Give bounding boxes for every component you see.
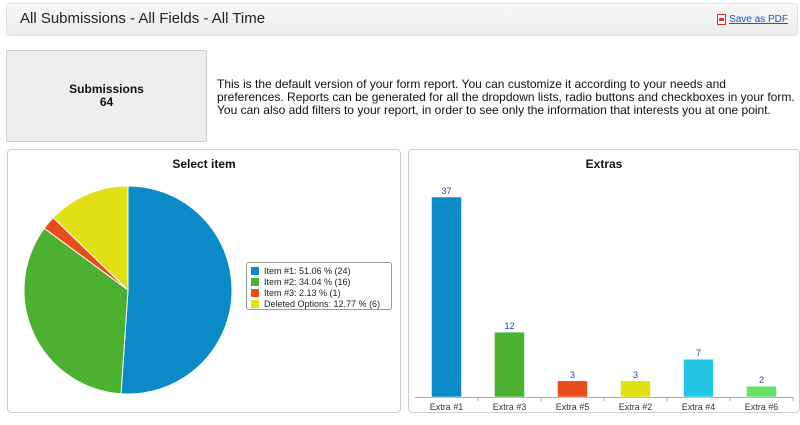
- bar: [620, 380, 651, 398]
- report-header: All Submissions - All Fields - All Time …: [6, 3, 798, 36]
- bar-value-label: 37: [441, 186, 451, 196]
- bar: [683, 358, 714, 398]
- bar-value-label: 7: [696, 348, 701, 358]
- legend-label: Item #1: 51.06 % (24): [264, 265, 351, 276]
- bar-chart: 37 Extra #1 12 Extra #3 3 Extra #5 3 Extra #2 7 E…: [415, 186, 794, 412]
- legend-swatch: [251, 277, 259, 286]
- x-tick-label: Extra #5: [556, 402, 590, 412]
- report-title: All Submissions - All Fields - All Time: [20, 10, 266, 27]
- legend-item: Deleted Options: 12.77 % (6): [251, 298, 387, 309]
- pie-legend: Item #1: 51.06 % (24) Item #2: 34.04 % (1…: [246, 262, 392, 310]
- bar-value-label: 3: [633, 370, 638, 380]
- legend-item: Item #2: 34.04 % (16): [251, 276, 387, 287]
- bar: [557, 380, 588, 398]
- pdf-icon: [717, 14, 727, 25]
- bar: [746, 385, 777, 398]
- bar-value-label: 12: [504, 321, 514, 331]
- legend-item: Item #3: 2.13 % (1): [251, 287, 387, 298]
- legend-label: Item #3: 2.13 % (1): [264, 287, 341, 298]
- legend-swatch: [251, 288, 259, 297]
- pie-slice-1: [120, 185, 233, 395]
- submissions-count: 64: [99, 95, 114, 109]
- submissions-summary-box: Submissions 64: [6, 50, 207, 142]
- save-as-pdf-link[interactable]: Save as PDF: [717, 14, 788, 25]
- report-description: This is the default version of your form…: [217, 77, 795, 117]
- bar: [431, 196, 462, 398]
- bar: [494, 331, 525, 398]
- legend-item: Item #1: 51.06 % (24): [251, 265, 387, 276]
- select-item-panel: Select item Item #1: 51.06 % (24) Item #2…: [7, 149, 401, 413]
- x-tick-label: Extra #3: [493, 402, 527, 412]
- save-as-pdf-label[interactable]: Save as PDF: [729, 14, 788, 25]
- extras-panel: Extras 37 Extra #1 12 Extra #3 3 Extra #5 3 Ext…: [408, 149, 800, 413]
- legend-label: Deleted Options: 12.77 % (6): [264, 298, 381, 309]
- bar-value-label: 2: [759, 375, 764, 385]
- x-tick-label: Extra #2: [619, 402, 653, 412]
- legend-swatch: [251, 266, 259, 275]
- x-tick-label: Extra #1: [430, 402, 464, 412]
- x-tick-label: Extra #4: [682, 402, 716, 412]
- legend-label: Item #2: 34.04 % (16): [264, 276, 351, 287]
- bar-value-label: 3: [570, 370, 575, 380]
- legend-swatch: [251, 299, 259, 308]
- x-tick-label: Extra #6: [745, 402, 779, 412]
